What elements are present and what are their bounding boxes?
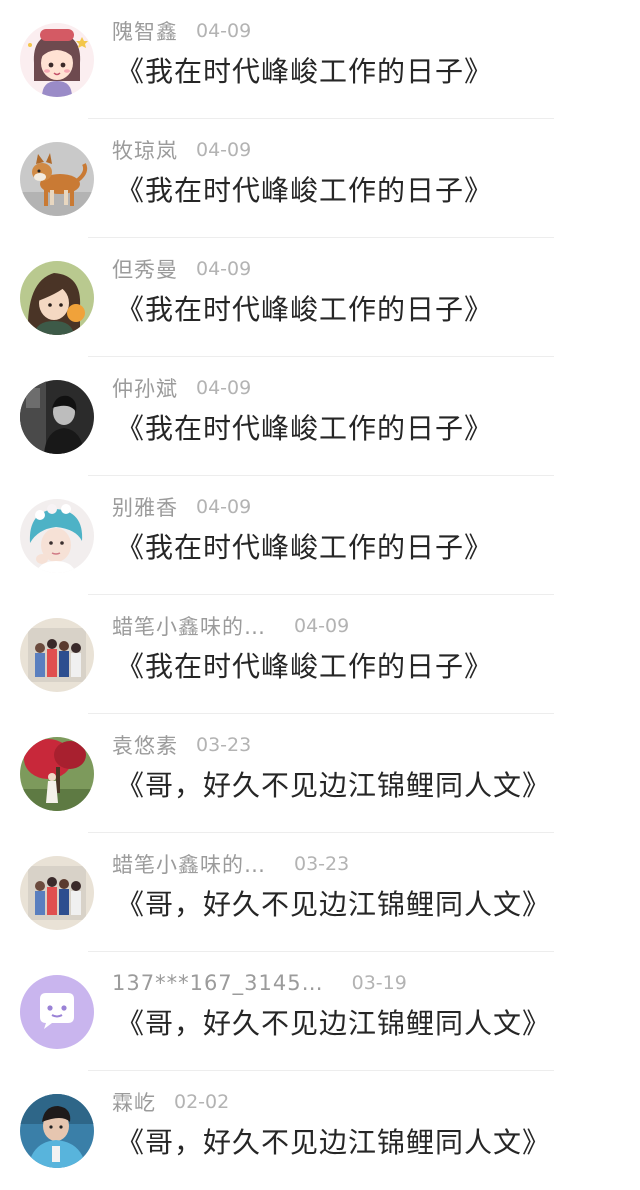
username[interactable]: 别雅香 bbox=[112, 492, 178, 522]
comment-date: 04-09 bbox=[196, 139, 252, 161]
comment-meta: 霖屹 02-02 bbox=[112, 1087, 229, 1117]
comment-text: 《哥，好久不见边江锦鲤同人文》 bbox=[116, 769, 552, 802]
comment-item[interactable]: 仲孙斌 04-09 《我在时代峰峻工作的日子》 bbox=[0, 357, 640, 476]
cartoon-girl-avatar[interactable] bbox=[20, 23, 94, 97]
dog-photo-avatar[interactable] bbox=[20, 142, 94, 216]
comment-meta: 蜡笔小鑫味的… 04-09 bbox=[112, 611, 349, 641]
comment-item[interactable]: 牧琼岚 04-09 《我在时代峰峻工作的日子》 bbox=[0, 119, 640, 238]
comment-list: 隗智鑫 04-09 《我在时代峰峻工作的日子》 牧琼岚 04-09 《我在时代峰… bbox=[0, 0, 640, 1189]
group-photo-avatar[interactable] bbox=[20, 856, 94, 930]
comment-item[interactable]: 霖屹 02-02 《哥，好久不见边江锦鲤同人文》 bbox=[0, 1071, 640, 1190]
username[interactable]: 但秀曼 bbox=[112, 254, 178, 284]
blue-hoodie-avatar[interactable] bbox=[20, 1094, 94, 1168]
comment-meta: 137***167_3145… 03-19 bbox=[112, 968, 407, 998]
comment-item[interactable]: 蜡笔小鑫味的… 03-23 《哥，好久不见边江锦鲤同人文》 bbox=[0, 833, 640, 952]
group-photo-avatar[interactable] bbox=[20, 618, 94, 692]
blue-hair-avatar[interactable] bbox=[20, 499, 94, 573]
comment-meta: 仲孙斌 04-09 bbox=[112, 373, 251, 403]
username[interactable]: 蜡笔小鑫味的… bbox=[112, 849, 266, 879]
comment-date: 03-23 bbox=[196, 734, 252, 756]
username[interactable]: 137***167_3145… bbox=[112, 971, 324, 995]
comment-meta: 别雅香 04-09 bbox=[112, 492, 251, 522]
bw-portrait-avatar[interactable] bbox=[20, 380, 94, 454]
comment-text: 《我在时代峰峻工作的日子》 bbox=[116, 531, 494, 564]
username[interactable]: 牧琼岚 bbox=[112, 135, 178, 165]
comment-date: 04-09 bbox=[196, 258, 252, 280]
username[interactable]: 蜡笔小鑫味的… bbox=[112, 611, 266, 641]
comment-date: 04-09 bbox=[196, 496, 252, 518]
comment-date: 04-09 bbox=[196, 377, 252, 399]
comment-text: 《我在时代峰峻工作的日子》 bbox=[116, 650, 494, 683]
comment-item[interactable]: 137***167_3145… 03-19 《哥，好久不见边江锦鲤同人文》 bbox=[0, 952, 640, 1071]
comment-item[interactable]: 蜡笔小鑫味的… 04-09 《我在时代峰峻工作的日子》 bbox=[0, 595, 640, 714]
comment-meta: 但秀曼 04-09 bbox=[112, 254, 251, 284]
comment-date: 04-09 bbox=[294, 615, 350, 637]
comment-date: 02-02 bbox=[174, 1091, 230, 1113]
red-tree-avatar[interactable] bbox=[20, 737, 94, 811]
chat-bubble-avatar[interactable] bbox=[20, 975, 94, 1049]
username[interactable]: 仲孙斌 bbox=[112, 373, 178, 403]
comment-text: 《我在时代峰峻工作的日子》 bbox=[116, 293, 494, 326]
username[interactable]: 袁悠素 bbox=[112, 730, 178, 760]
comment-item[interactable]: 但秀曼 04-09 《我在时代峰峻工作的日子》 bbox=[0, 238, 640, 357]
comment-meta: 蜡笔小鑫味的… 03-23 bbox=[112, 849, 349, 879]
comment-text: 《我在时代峰峻工作的日子》 bbox=[116, 174, 494, 207]
comment-text: 《哥，好久不见边江锦鲤同人文》 bbox=[116, 1007, 552, 1040]
comment-text: 《我在时代峰峻工作的日子》 bbox=[116, 55, 494, 88]
comment-meta: 袁悠素 03-23 bbox=[112, 730, 251, 760]
comment-item[interactable]: 袁悠素 03-23 《哥，好久不见边江锦鲤同人文》 bbox=[0, 714, 640, 833]
comment-item[interactable]: 别雅香 04-09 《我在时代峰峻工作的日子》 bbox=[0, 476, 640, 595]
comment-meta: 隗智鑫 04-09 bbox=[112, 16, 251, 46]
comment-date: 04-09 bbox=[196, 20, 252, 42]
comment-date: 03-23 bbox=[294, 853, 350, 875]
comment-text: 《哥，好久不见边江锦鲤同人文》 bbox=[116, 1126, 552, 1159]
anime-girl-avatar[interactable] bbox=[20, 261, 94, 335]
comment-item[interactable]: 隗智鑫 04-09 《我在时代峰峻工作的日子》 bbox=[0, 0, 640, 119]
comment-text: 《我在时代峰峻工作的日子》 bbox=[116, 412, 494, 445]
username[interactable]: 霖屹 bbox=[112, 1087, 156, 1117]
comment-date: 03-19 bbox=[351, 972, 407, 994]
comment-text: 《哥，好久不见边江锦鲤同人文》 bbox=[116, 888, 552, 921]
username[interactable]: 隗智鑫 bbox=[112, 16, 178, 46]
comment-meta: 牧琼岚 04-09 bbox=[112, 135, 251, 165]
